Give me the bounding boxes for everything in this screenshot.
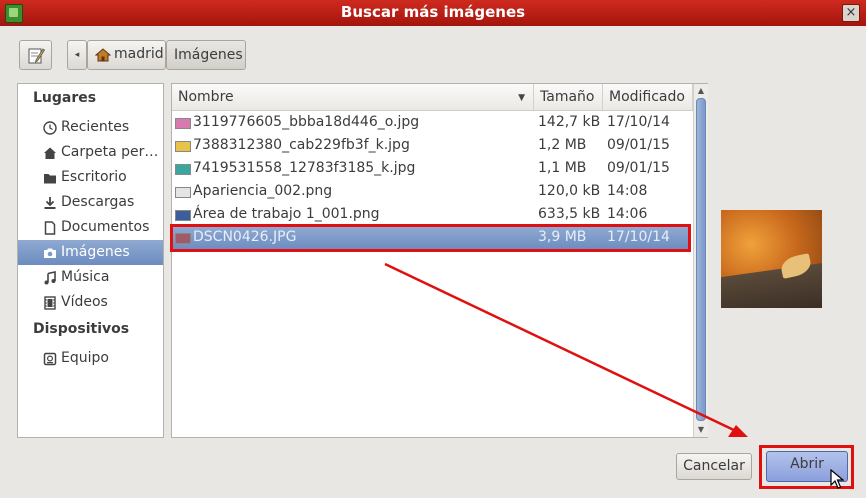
sidebar-item-musica[interactable]: Música [18,265,163,290]
camera-icon [44,248,56,258]
file-size: 1,2 MB [538,137,587,153]
sidebar-item-label: Vídeos [61,294,108,310]
column-header-modified[interactable]: Modificado [603,84,693,111]
devices-header: Dispositivos [33,321,130,337]
file-name: DSCN0426.JPG [193,229,297,245]
download-icon [44,197,56,209]
column-header-name[interactable]: Nombre ▼ [172,84,534,111]
cancel-button-label: Cancelar [683,458,745,474]
drive-icon [43,352,57,366]
places-header: Lugares [33,90,97,106]
file-name: 3119776605_bbba18d446_o.jpg [193,114,420,130]
sidebar-item-label: Carpeta per… [61,144,159,160]
file-size: 633,5 kB [538,206,601,222]
sidebar-item-videos[interactable]: Vídeos [18,290,163,315]
home-icon [44,147,56,159]
file-name: Área de trabajo 1_001.png [193,206,380,222]
path-scroll-left-button[interactable]: ◂ [67,40,87,70]
file-size: 1,1 MB [538,160,587,176]
file-size: 3,9 MB [538,229,587,245]
file-modified: 17/10/14 [607,229,670,245]
file-size: 120,0 kB [538,183,601,199]
column-header-label: Nombre [178,89,234,105]
close-button[interactable]: × [842,4,860,22]
music-note-icon [44,271,56,285]
image-file-icon [175,141,191,152]
sidebar-item-escritorio[interactable]: Escritorio [18,165,163,190]
vertical-scrollbar[interactable]: ▲ ▼ [693,84,708,437]
sidebar-item-carpeta-personal[interactable]: Carpeta per… [18,140,163,165]
sidebar-item-label: Descargas [61,194,135,210]
path-button-imagenes[interactable]: Imágenes [166,40,246,70]
sidebar-item-label: Música [61,269,110,285]
path-button-label: madrid [114,46,164,62]
file-name: 7419531558_12783f3185_k.jpg [193,160,416,176]
file-modified: 14:06 [607,206,648,222]
sidebar-item-documentos[interactable]: Documentos [18,215,163,240]
cancel-button[interactable]: Cancelar [676,453,752,480]
edit-location-icon [28,48,45,64]
sidebar-item-label: Equipo [61,350,109,366]
column-header-label: Tamaño [540,89,595,105]
type-location-button[interactable] [19,40,52,70]
file-row[interactable]: Área de trabajo 1_001.png 633,5 kB 14:06 [172,204,690,227]
file-row[interactable]: 7419531558_12783f3185_k.jpg 1,1 MB 09/01… [172,158,690,181]
close-icon: × [845,5,857,20]
sidebar-item-label: Imágenes [61,244,130,260]
sidebar-item-imagenes[interactable]: Imágenes [18,240,163,265]
clock-icon [43,121,57,135]
column-header-size[interactable]: Tamaño [534,84,603,111]
file-row[interactable]: 7388312380_cab229fb3f_k.jpg 1,2 MB 09/01… [172,135,690,158]
mouse-cursor-icon [830,469,844,489]
sidebar-item-equipo[interactable]: Equipo [18,346,163,371]
file-name: 7388312380_cab229fb3f_k.jpg [193,137,410,153]
image-preview [721,210,822,308]
image-file-icon [175,233,191,244]
image-file-icon [175,164,191,175]
file-name: Apariencia_002.png [193,183,333,199]
sort-down-icon: ▼ [518,93,525,103]
sidebar-item-label: Escritorio [61,169,127,185]
scroll-up-icon[interactable]: ▲ [694,86,708,96]
sidebar-item-label: Documentos [61,219,150,235]
places-sidebar: Lugares Recientes Carpeta per… Escritori… [17,83,164,438]
window-title: Buscar más imágenes [340,3,526,21]
sidebar-item-recientes[interactable]: Recientes [18,115,163,140]
scrollbar-thumb[interactable] [696,98,706,421]
path-button-home[interactable]: madrid [87,40,166,70]
arrow-left-icon: ◂ [74,50,80,60]
home-icon [95,48,111,62]
file-size: 142,7 kB [538,114,601,130]
scroll-down-icon[interactable]: ▼ [694,425,708,435]
column-header-label: Modificado [609,89,685,105]
image-file-icon [175,187,191,198]
folder-icon [44,174,56,184]
file-modified: 17/10/14 [607,114,670,130]
file-modified: 14:08 [607,183,648,199]
film-icon [44,296,56,310]
file-list: Nombre ▼ Tamaño Modificado 3119776605_bb… [171,83,708,438]
document-icon [44,221,56,235]
file-chooser-dialog: ◂ madrid Imágenes Lugares Recientes Carp… [0,26,866,498]
file-modified: 09/01/15 [607,137,670,153]
image-file-icon [175,118,191,129]
file-row-selected[interactable]: DSCN0426.JPG 3,9 MB 17/10/14 [172,227,690,250]
file-row[interactable]: Apariencia_002.png 120,0 kB 14:08 [172,181,690,204]
file-row[interactable]: 3119776605_bbba18d446_o.jpg 142,7 kB 17/… [172,112,690,135]
sidebar-item-descargas[interactable]: Descargas [18,190,163,215]
title-bar: Buscar más imágenes × [0,0,866,26]
file-modified: 09/01/15 [607,160,670,176]
image-file-icon [175,210,191,221]
sidebar-item-label: Recientes [61,119,130,135]
path-button-label: Imágenes [174,47,243,63]
